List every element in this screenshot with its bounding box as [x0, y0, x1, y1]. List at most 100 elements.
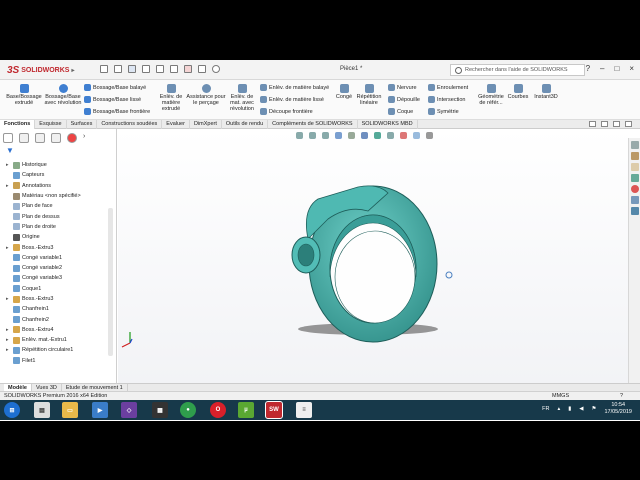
- tree-item[interactable]: ▸ Boss.-Extru3: [6, 242, 110, 252]
- extrude-boss-button[interactable]: Base/Bossage extrudé: [4, 84, 44, 106]
- expand-chevron-icon[interactable]: ▸: [6, 347, 11, 353]
- graphics-area[interactable]: [118, 129, 628, 383]
- tree-item[interactable]: Matériau <non spécifié>: [6, 191, 110, 201]
- intersect-button[interactable]: Intersection: [428, 96, 465, 103]
- forum-icon[interactable]: [630, 207, 639, 215]
- lofted-cut-button[interactable]: Enlèv. de matière lissé: [260, 96, 324, 103]
- select-icon[interactable]: [170, 65, 178, 73]
- tab-0[interactable]: Fonctions: [0, 120, 36, 129]
- language-indicator[interactable]: FR: [542, 406, 549, 412]
- visual-studio-icon[interactable]: ◇: [121, 402, 137, 418]
- configuration-manager-icon[interactable]: [35, 133, 45, 143]
- tree-item[interactable]: ▸ Enlèv. mat.-Extru1: [6, 335, 110, 345]
- chevron-right-icon[interactable]: ›: [83, 133, 93, 143]
- swept-cut-button[interactable]: Enlèv. de matière balayé: [260, 84, 329, 91]
- tree-item[interactable]: Plan de droite: [6, 222, 110, 232]
- volute-casing-model[interactable]: [291, 185, 438, 343]
- new-document-icon[interactable]: [100, 65, 108, 73]
- wrap-button[interactable]: Enroulement: [428, 84, 468, 91]
- save-icon[interactable]: [128, 65, 136, 73]
- swept-boss-button[interactable]: Bossage/Base balayé: [84, 84, 146, 91]
- tree-item[interactable]: Chanfrein2: [6, 314, 110, 324]
- boundary-boss-button[interactable]: Bossage/Base frontière: [84, 108, 150, 115]
- expand-chevron-icon[interactable]: ▸: [6, 183, 11, 189]
- tab-2[interactable]: Surfaces: [67, 120, 98, 129]
- filter-icon[interactable]: ▼: [6, 147, 14, 155]
- opera-icon[interactable]: O: [210, 402, 226, 418]
- rebuild-icon[interactable]: [184, 65, 192, 73]
- tree-item[interactable]: ▸ Boss.-Extru3: [6, 294, 110, 304]
- extruded-cut-button[interactable]: Enlèv. de matière extrudé: [156, 84, 186, 112]
- solidworks-resources-icon[interactable]: [630, 141, 639, 149]
- options-gear-icon[interactable]: [212, 65, 220, 73]
- appearances-icon[interactable]: [630, 185, 639, 193]
- tab-4[interactable]: Evaluer: [162, 120, 190, 129]
- tree-item[interactable]: ▸ Boss.-Extru4: [6, 325, 110, 335]
- chrome-icon[interactable]: ●: [180, 402, 196, 418]
- design-library-icon[interactable]: [630, 152, 639, 160]
- close-doc-icon[interactable]: [625, 121, 632, 127]
- file-explorer-icon[interactable]: [630, 163, 639, 171]
- expand-chevron-icon[interactable]: ▸: [6, 327, 11, 333]
- utorrent-icon[interactable]: µ: [238, 402, 254, 418]
- restore-icon[interactable]: [601, 121, 608, 127]
- tree-item[interactable]: Capteurs: [6, 170, 110, 180]
- tree-item[interactable]: Plan de dessus: [6, 211, 110, 221]
- revolved-cut-button[interactable]: Enlèv. de mat. avec révolution: [226, 84, 258, 112]
- tab-3[interactable]: Constructions soudées: [97, 120, 163, 129]
- fillet-button[interactable]: Congé: [334, 84, 354, 100]
- clock[interactable]: 10:54 17/05/2019: [604, 402, 632, 416]
- shell-button[interactable]: Coque: [388, 108, 413, 115]
- expand-chevron-icon[interactable]: ▸: [6, 296, 11, 302]
- network-icon[interactable]: ▮: [568, 406, 571, 412]
- open-icon[interactable]: [114, 65, 122, 73]
- tree-item[interactable]: Filet1: [6, 356, 110, 366]
- tree-item[interactable]: Coque1: [6, 284, 110, 294]
- rib-button[interactable]: Nervure: [388, 84, 417, 91]
- minimize-doc-icon[interactable]: [613, 121, 620, 127]
- dimxpert-manager-icon[interactable]: [51, 133, 61, 143]
- notepad-icon[interactable]: ≡: [296, 402, 312, 418]
- start-button-icon[interactable]: ⊞: [4, 402, 20, 418]
- revolve-boss-button[interactable]: Bossage/Base avec révolution: [44, 84, 82, 106]
- property-manager-icon[interactable]: [19, 133, 29, 143]
- expand-chevron-icon[interactable]: ▸: [6, 162, 11, 168]
- help-icon[interactable]: ?: [620, 393, 623, 399]
- solidworks-taskbar-icon[interactable]: SW: [265, 401, 283, 419]
- minimize-button[interactable]: –: [600, 64, 604, 73]
- panel-scrollbar[interactable]: [108, 208, 113, 356]
- tab-1[interactable]: Esquisse: [35, 120, 67, 129]
- view-palette-icon[interactable]: [630, 174, 639, 182]
- linear-pattern-button[interactable]: Répétition linéaire: [354, 84, 384, 106]
- volume-icon[interactable]: ◀: [579, 406, 583, 412]
- tab-5[interactable]: DimXpert: [190, 120, 222, 129]
- curves-button[interactable]: Courbes: [506, 84, 530, 100]
- calculator-icon[interactable]: ▦: [152, 402, 168, 418]
- close-button[interactable]: ×: [629, 64, 634, 73]
- print-icon[interactable]: [142, 65, 150, 73]
- tree-item[interactable]: Congé variable1: [6, 253, 110, 263]
- tree-item[interactable]: Chanfrein1: [6, 304, 110, 314]
- boundary-cut-button[interactable]: Découpe frontière: [260, 108, 313, 115]
- expand-chevron-icon[interactable]: ▸: [6, 245, 11, 251]
- units-selector[interactable]: MMGS: [552, 393, 569, 399]
- feature-manager-icon[interactable]: [3, 133, 13, 143]
- tree-item[interactable]: Congé variable2: [6, 263, 110, 273]
- lofted-boss-button[interactable]: Bossage/Base lissé: [84, 96, 141, 103]
- reference-geometry-button[interactable]: Géométrie de référ...: [476, 84, 506, 106]
- tray-arrow-icon[interactable]: ▴: [558, 406, 561, 412]
- instant3d-button[interactable]: Instant3D: [532, 84, 560, 100]
- file-properties-icon[interactable]: [198, 65, 206, 73]
- draft-button[interactable]: Dépouille: [388, 96, 420, 103]
- hole-wizard-button[interactable]: Assistance pour le perçage: [186, 84, 226, 106]
- tab-7[interactable]: Compléments de SOLIDWORKS: [268, 120, 358, 129]
- display-manager-icon[interactable]: [67, 133, 77, 143]
- undo-icon[interactable]: [156, 65, 164, 73]
- mirror-button[interactable]: Symétrie: [428, 108, 459, 115]
- tree-item[interactable]: ▸ Annotations: [6, 181, 110, 191]
- help-button[interactable]: ?: [586, 64, 590, 73]
- custom-properties-icon[interactable]: [630, 196, 639, 204]
- documents-icon[interactable]: ▤: [34, 402, 50, 418]
- tree-item[interactable]: ▸ Historique: [6, 160, 110, 170]
- expand-chevron-icon[interactable]: ▸: [6, 337, 11, 343]
